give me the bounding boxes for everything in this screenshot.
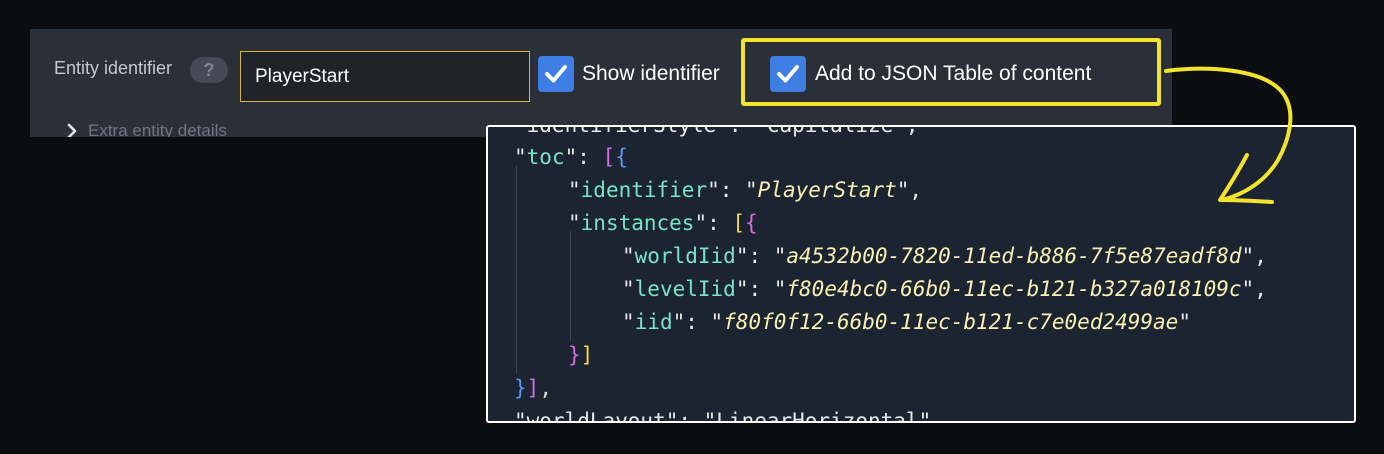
- show-identifier-label[interactable]: Show identifier: [582, 56, 720, 92]
- code-line-identifier: "identifier": "PlayerStart",: [568, 178, 923, 202]
- code-line-identifier-style: "identifierStyle": "Capitalize",: [514, 125, 919, 137]
- code-line-instances: "instances": [{: [568, 211, 758, 235]
- code-line-toc-close: }],: [514, 376, 552, 400]
- code-line-instances-close: }]: [568, 343, 594, 367]
- show-identifier-checkbox[interactable]: [538, 56, 574, 92]
- extra-entity-details-label: Extra entity details: [88, 121, 227, 137]
- code-line-world-iid: "worldIid": "a4532b00-7820-11ed-b886-7f5…: [622, 244, 1267, 268]
- entity-identifier-label: Entity identifier: [54, 58, 173, 78]
- checkmark-icon: [545, 65, 567, 83]
- help-icon[interactable]: ?: [190, 57, 228, 83]
- extra-entity-details-toggle[interactable]: Extra entity details: [66, 121, 227, 137]
- entity-settings-panel: Entity identifier ? Show identifier Add …: [30, 29, 1172, 137]
- chevron-right-icon: [67, 123, 77, 137]
- entity-identifier-input[interactable]: [240, 51, 530, 102]
- code-line-iid: "iid": "f80f0f12-66b0-11ec-b121-c7e0ed24…: [622, 310, 1191, 334]
- indent-guide: [570, 231, 571, 341]
- json-code-preview: "identifierStyle": "Capitalize", "toc": …: [486, 125, 1356, 423]
- code-line-toc: "toc": [{: [514, 145, 628, 169]
- highlight-annotation-box: [741, 38, 1161, 106]
- code-line-world-layout: "worldLayout": "LinearHorizontal",: [514, 409, 944, 423]
- indent-guide: [516, 165, 517, 373]
- code-line-level-iid: "levelIid": "f80e4bc0-66b0-11ec-b121-b32…: [622, 277, 1267, 301]
